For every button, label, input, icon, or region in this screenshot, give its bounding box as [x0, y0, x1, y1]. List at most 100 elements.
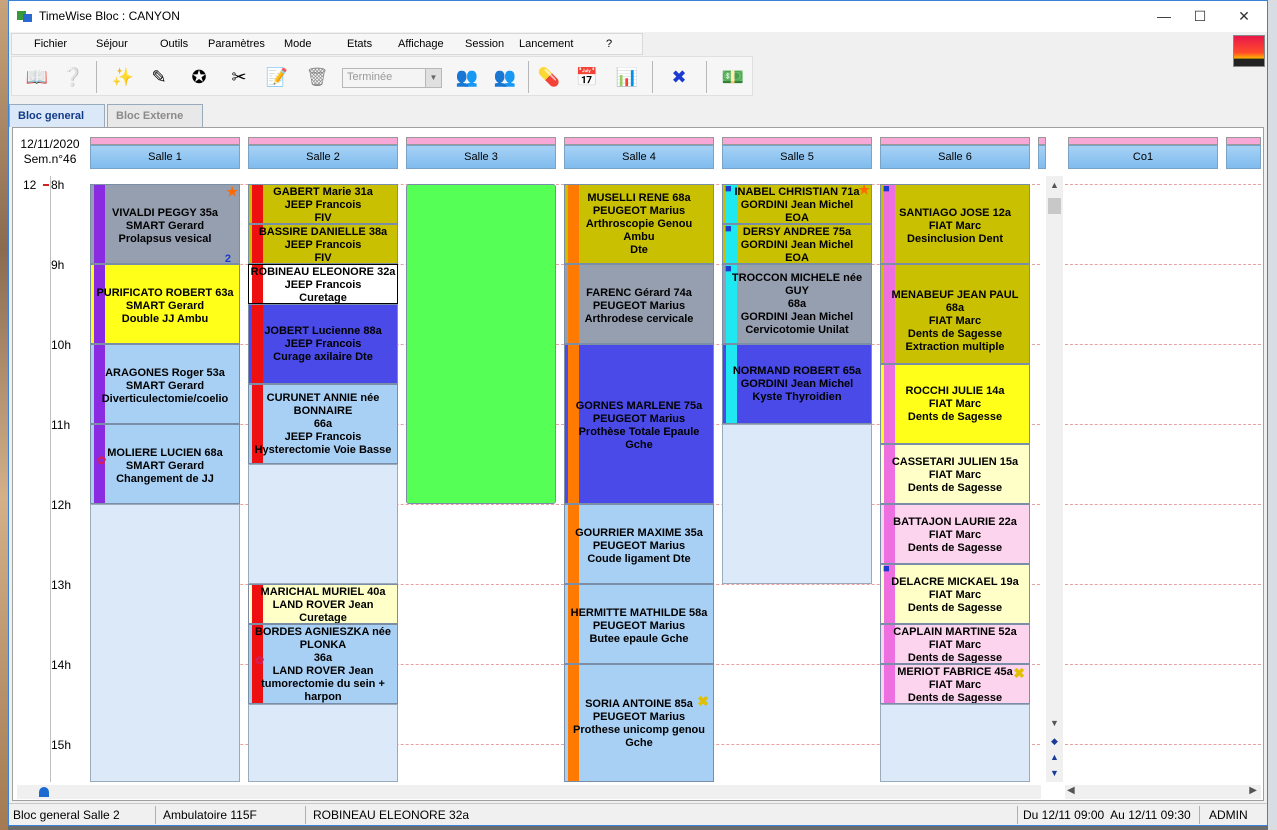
menu-sejour[interactable]: Séjour	[96, 38, 128, 50]
surgeon-name: SMART Gerard	[125, 460, 205, 472]
scroll-up-icon[interactable]: ▲	[1047, 178, 1062, 192]
hour-label: 14h	[51, 658, 72, 672]
operation-block[interactable]: JOBERT Lucienne 88a JEEP Francois Curage a…	[248, 304, 398, 384]
maximize-button[interactable]: ☐	[1177, 1, 1223, 31]
operation-block[interactable]: DELACRE MICKAEL 19a FIAT Marc Dents de Sag…	[880, 564, 1030, 624]
operation-block[interactable]: NORMAND ROBERT 65a GORDINI Jean Michel Kys…	[722, 344, 872, 424]
medicine-icon[interactable]: 💊	[534, 62, 564, 92]
horizontal-scrollbar-2[interactable]: ◀ ▶	[1065, 785, 1261, 799]
scroll-right-icon[interactable]: ▶	[1249, 785, 1257, 796]
pen-wand-icon[interactable]: ✎	[144, 62, 174, 92]
operation-block[interactable]: CURUNET ANNIE née BONNAIRE 66a JEEP Francoi…	[248, 384, 398, 464]
operation-block[interactable]: TROCCON MICHELE née GUY 68a GORDINI Jean Mi…	[722, 264, 872, 344]
surgeon-name: JEEP Francois	[284, 431, 362, 443]
operation-block[interactable]: VIVALDI PEGGY 35a SMART Gerard Prolapsus v…	[90, 184, 240, 264]
operation-block[interactable]: ARAGONES Roger 53a SMART Gerard Diverticul…	[90, 344, 240, 424]
procedure-name: Dents de Sagesse	[907, 482, 1003, 494]
help-book-icon[interactable]: ❔	[58, 62, 88, 92]
menu-affichage[interactable]: Affichage	[398, 38, 444, 50]
patient-name: MARICHAL MURIEL 40a	[260, 586, 386, 598]
cancel-icon: ✖	[697, 693, 709, 709]
room-header-salle-1[interactable]: Salle 1	[90, 145, 240, 169]
page-down-icon[interactable]: ▼	[1047, 766, 1062, 780]
operation-block[interactable]: CAPLAIN MARTINE 52a FIAT Marc Dents de Sag…	[880, 624, 1030, 664]
operation-block[interactable]: DERSY ANDREE 75a GORDINI Jean Michel EOA ■	[722, 224, 872, 264]
operation-block[interactable]: ROCCHI JULIE 14a FIAT Marc Dents de Sagess…	[880, 364, 1030, 444]
room-header-salle-4[interactable]: Salle 4	[564, 145, 714, 169]
procedure-name: Diverticulectomie/coelio	[101, 393, 229, 405]
operation-block[interactable]: MERIOT FABRICE 45a FIAT Marc Dents de Sage…	[880, 664, 1030, 704]
status-dropdown[interactable]: Terminée ▼	[342, 68, 442, 88]
page-up-icon[interactable]: ▲	[1047, 750, 1062, 764]
operation-block[interactable]: SORIA ANTOINE 85a PEUGEOT Marius Prothese …	[564, 664, 714, 782]
operation-block[interactable]: BORDES AGNIESZKA née PLONKA 36a LAND ROVER …	[248, 624, 398, 704]
trash-icon[interactable]: 🗑	[302, 62, 332, 92]
operation-block-selected[interactable]: ROBINEAU ELEONORE 32a JEEP Francois Cureta…	[248, 264, 398, 304]
operation-block-free[interactable]	[406, 184, 556, 504]
procedure-name: EOA	[785, 212, 809, 224]
menu-outils[interactable]: Outils	[160, 38, 188, 50]
scroll-thumb[interactable]	[1048, 198, 1061, 214]
room-header-salle-6[interactable]: Salle 6	[880, 145, 1030, 169]
money-icon[interactable]: 💵	[718, 62, 748, 92]
room-header-salle-2[interactable]: Salle 2	[248, 145, 398, 169]
operation-block[interactable]: BASSIRE DANIELLE 38a JEEP Francois FIV	[248, 224, 398, 264]
operation-block[interactable]: MUSELLI RENE 68a PEUGEOT Marius Arthroscop…	[564, 184, 714, 264]
operation-block[interactable]: CASSETARI JULIEN 15a FIAT Marc Dents de Sa…	[880, 444, 1030, 504]
operation-block[interactable]: FARENC Gérard 74a PEUGEOT Marius Arthrodes…	[564, 264, 714, 344]
menu-fichier[interactable]: Fichier	[34, 38, 67, 50]
magic-wand-icon[interactable]: ✨	[108, 62, 138, 92]
open-book-icon[interactable]: 📖	[22, 62, 52, 92]
stars-icon[interactable]: ✪	[184, 62, 214, 92]
menu-lancement[interactable]: Lancement	[519, 38, 573, 50]
scroll-position-icon[interactable]	[39, 787, 49, 797]
operation-block[interactable]: SANTIAGO JOSE 12a FIAT Marc Desinclusion D…	[880, 184, 1030, 264]
surgeon-name: FIAT Marc	[928, 220, 982, 232]
horizontal-scrollbar[interactable]	[17, 785, 1041, 799]
room-header-salle-5[interactable]: Salle 5	[722, 145, 872, 169]
toolbar: 📖 ❔ ✨ ✎ ✪ ✂ 📝 🗑 Terminée ▼ 👥 👥 💊 📅 📊 ✖ 💵	[11, 56, 753, 96]
scissors-icon[interactable]: ✂	[224, 62, 254, 92]
vertical-scrollbar[interactable]: ▲ ▼ ◆ ▲ ▼	[1046, 176, 1063, 782]
people-remove-icon[interactable]: 👥	[490, 62, 520, 92]
procedure-name: FIV	[314, 252, 332, 264]
operation-block[interactable]: GABERT Marie 31a JEEP Francois FIV	[248, 184, 398, 224]
operation-block[interactable]: MOLIERE LUCIEN 68a SMART Gerard Changement…	[90, 424, 240, 504]
patient-name: DELACRE MICKAEL 19a	[891, 576, 1019, 588]
cancel-map-icon[interactable]: ✖	[664, 62, 694, 92]
procedure-name: Butee epaule Gche	[589, 633, 689, 645]
operation-block[interactable]: BATTAJON LAURIE 22a FIAT Marc Dents de Sag…	[880, 504, 1030, 564]
menu-parametres[interactable]: Paramètres	[208, 38, 265, 50]
surgeon-name: FIAT Marc	[928, 469, 982, 481]
edit-document-icon[interactable]: 📝	[262, 62, 292, 92]
procedure-name: Kyste Thyroidien	[752, 391, 842, 403]
operation-block[interactable]: MARICHAL MURIEL 40a LAND ROVER Jean Cureta…	[248, 584, 398, 624]
scroll-left-icon[interactable]: ◀	[1067, 785, 1075, 796]
operation-block[interactable]: GOURRIER MAXIME 35a PEUGEOT Marius Coude l…	[564, 504, 714, 584]
operation-block[interactable]: MENABEUF JEAN PAUL 68a FIAT Marc Dents de …	[880, 264, 1030, 364]
calendar-grid-icon[interactable]: 📅	[572, 62, 602, 92]
tab-bloc-externe[interactable]: Bloc Externe	[107, 104, 203, 127]
procedure-side: Dte	[630, 244, 648, 256]
zoom-icon[interactable]: ◆	[1047, 734, 1062, 748]
operation-block[interactable]: GORNES MARLENE 75a PEUGEOT Marius Prothèse…	[564, 344, 714, 504]
close-button[interactable]: ✕	[1221, 1, 1267, 31]
bar-chart-icon[interactable]: 📊	[612, 62, 642, 92]
menu-etats[interactable]: Etats	[347, 38, 372, 50]
current-time-indicator	[43, 184, 49, 186]
menu-help[interactable]: ?	[606, 38, 612, 50]
star-icon: ★	[226, 184, 238, 199]
menu-session[interactable]: Session	[465, 38, 504, 50]
people-move-icon[interactable]: 👥	[452, 62, 482, 92]
patient-age: 68a	[787, 298, 807, 310]
room-header-co1[interactable]: Co1	[1068, 145, 1218, 169]
tab-bloc-general[interactable]: Bloc general	[9, 104, 105, 127]
hour-label: 12h	[51, 498, 72, 512]
menu-mode[interactable]: Mode	[284, 38, 312, 50]
operation-block[interactable]: PURIFICATO ROBERT 63a SMART Gerard Double …	[90, 264, 240, 344]
scroll-down-icon[interactable]: ▼	[1047, 716, 1062, 730]
operation-block[interactable]: INABEL CHRISTIAN 71a GORDINI Jean Michel E…	[722, 184, 872, 224]
surgeon-name: LAND ROVER Jean	[272, 599, 374, 611]
operation-block[interactable]: HERMITTE MATHILDE 58a PEUGEOT Marius Butee…	[564, 584, 714, 664]
room-header-salle-3[interactable]: Salle 3	[406, 145, 556, 169]
